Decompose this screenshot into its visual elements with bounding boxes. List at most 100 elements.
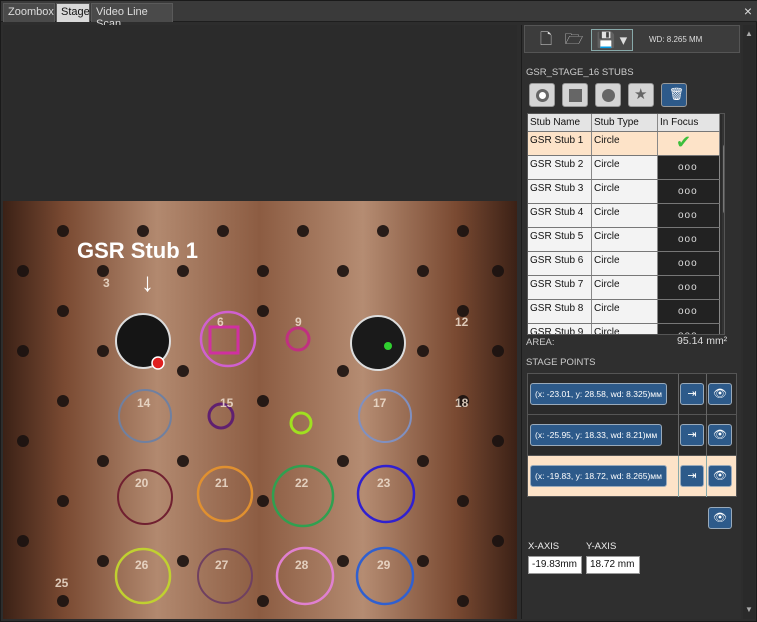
stub-name: GSR Stub 8 bbox=[528, 300, 592, 323]
stage-point-row[interactable]: (x: -23.01, y: 28.58, wd: 8.325)мм ⇥ 👁 bbox=[528, 374, 736, 415]
stub-name: GSR Stub 2 bbox=[528, 156, 592, 179]
table-row[interactable]: GSR Stub 9 Circle ooo bbox=[528, 324, 720, 334]
not-focused-icon: ooo bbox=[678, 306, 698, 317]
save-icon[interactable]: 💾 ▾ bbox=[591, 29, 633, 51]
square-icon[interactable] bbox=[562, 83, 588, 107]
x-axis-field[interactable]: -19.83mm bbox=[528, 556, 582, 574]
stub-number: 3 bbox=[103, 276, 110, 290]
stub-name: GSR Stub 9 bbox=[528, 324, 592, 334]
y-axis-field[interactable]: 18.72 mm bbox=[586, 556, 640, 574]
not-focused-icon: ooo bbox=[678, 234, 698, 245]
stub-name: GSR Stub 4 bbox=[528, 204, 592, 227]
close-icon[interactable]: × bbox=[744, 3, 752, 19]
in-focus-cell: ooo bbox=[658, 324, 720, 334]
stub-name: GSR Stub 5 bbox=[528, 228, 592, 251]
stub-type: Circle bbox=[592, 252, 658, 275]
table-row[interactable]: GSR Stub 6 Circle ooo bbox=[528, 252, 720, 276]
eye-all-icon[interactable]: 👁 bbox=[708, 507, 732, 529]
stub-type: Circle bbox=[592, 132, 658, 155]
stub-number: 29 bbox=[377, 558, 391, 572]
stub-type: Circle bbox=[592, 324, 658, 334]
stub-number: 25 bbox=[55, 576, 69, 590]
target-icon[interactable] bbox=[529, 83, 555, 107]
table-scrollbar[interactable] bbox=[722, 114, 724, 334]
not-focused-icon: ooo bbox=[678, 186, 698, 197]
stage-point-coord[interactable]: (x: -25.95, y: 18.33, wd: 8.21)мм bbox=[530, 424, 663, 446]
table-row[interactable]: GSR Stub 3 Circle ooo bbox=[528, 180, 720, 204]
stage-point-row[interactable]: (x: -25.95, y: 18.33, wd: 8.21)мм ⇥ 👁 bbox=[528, 415, 736, 456]
panel-scrollbar[interactable]: ▲ ▼ bbox=[743, 25, 755, 619]
area-label: AREA: bbox=[526, 337, 555, 348]
stub-type: Circle bbox=[592, 228, 658, 251]
table-row[interactable]: GSR Stub 5 Circle ooo bbox=[528, 228, 720, 252]
star-icon[interactable]: ★ bbox=[628, 83, 654, 107]
stub-name: GSR Stub 6 bbox=[528, 252, 592, 275]
stub-name: GSR Stub 1 bbox=[528, 132, 592, 155]
new-file-icon[interactable]: 🗋 bbox=[535, 29, 557, 51]
tab-bar: Zoombox Stage Video Line Scan × bbox=[1, 1, 757, 30]
divider bbox=[678, 456, 679, 497]
stub-number: 28 bbox=[295, 558, 309, 572]
stub-type: Circle bbox=[592, 300, 658, 323]
stub-number: 12 bbox=[455, 315, 469, 329]
table-header: Stub Name Stub Type In Focus bbox=[528, 114, 720, 132]
scroll-thumb[interactable] bbox=[723, 144, 724, 214]
table-row[interactable]: GSR Stub 2 Circle ooo bbox=[528, 156, 720, 180]
scroll-down-icon[interactable]: ▼ bbox=[745, 605, 753, 614]
not-focused-icon: ooo bbox=[678, 282, 698, 293]
table-row[interactable]: GSR Stub 7 Circle ooo bbox=[528, 276, 720, 300]
table-row[interactable]: GSR Stub 4 Circle ooo bbox=[528, 204, 720, 228]
file-toolbar: 🗋 🗁 💾 ▾ WD: 8.265 MM bbox=[524, 25, 740, 53]
stage-point-coord[interactable]: (x: -23.01, y: 28.58, wd: 8.325)мм bbox=[530, 383, 667, 405]
circle-icon[interactable] bbox=[595, 83, 621, 107]
stub-number: 22 bbox=[295, 476, 309, 490]
not-focused-icon: ooo bbox=[678, 162, 698, 173]
stub-caption: GSR Stub 1 bbox=[77, 238, 199, 263]
eye-icon[interactable]: 👁 bbox=[708, 424, 732, 446]
stage-points-title: STAGE POINTS bbox=[526, 357, 596, 368]
arrow-into-icon[interactable]: ⇥ bbox=[680, 424, 704, 446]
tab-zoombox[interactable]: Zoombox bbox=[3, 3, 55, 22]
in-focus-cell: ooo bbox=[658, 276, 720, 299]
divider bbox=[706, 415, 707, 456]
x-axis-label: X-AXIS bbox=[528, 541, 560, 552]
in-focus-cell: ooo bbox=[658, 180, 720, 203]
trash-icon[interactable]: 🗑 bbox=[661, 83, 687, 107]
stage-title: GSR_STAGE_16 STUBS bbox=[526, 67, 634, 78]
arrow-into-icon[interactable]: ⇥ bbox=[680, 383, 704, 405]
header-in-focus[interactable]: In Focus bbox=[658, 114, 720, 131]
stub-name: GSR Stub 7 bbox=[528, 276, 592, 299]
caption-arrow-icon: ↓ bbox=[141, 267, 154, 297]
stage-point-coord[interactable]: (x: -19.83, y: 18.72, wd: 8.265)мм bbox=[530, 465, 667, 487]
tab-video-line-scan[interactable]: Video Line Scan bbox=[91, 3, 173, 30]
scroll-up-icon[interactable]: ▲ bbox=[745, 29, 753, 38]
stage-viewer[interactable]: 3 6 9 12 15 18 14 17 20 21 22 23 25 26 2… bbox=[3, 25, 517, 619]
stub-number: 18 bbox=[455, 396, 469, 410]
in-focus-cell: ooo bbox=[658, 300, 720, 323]
in-focus-cell: ✔ bbox=[658, 132, 720, 155]
stub-name: GSR Stub 3 bbox=[528, 180, 592, 203]
stub-number: 6 bbox=[217, 315, 224, 329]
stage-point-row[interactable]: (x: -19.83, y: 18.72, wd: 8.265)мм ⇥ 👁 bbox=[528, 456, 736, 497]
in-focus-cell: ooo bbox=[658, 252, 720, 275]
tab-stage[interactable]: Stage bbox=[56, 3, 90, 22]
stage-window: Zoombox Stage Video Line Scan × 3 6 9 12… bbox=[0, 0, 757, 622]
header-stub-type[interactable]: Stub Type bbox=[592, 114, 658, 131]
stub-number: 21 bbox=[215, 476, 229, 490]
stage-points-list: (x: -23.01, y: 28.58, wd: 8.325)мм ⇥ 👁 (… bbox=[527, 373, 737, 497]
stub-type: Circle bbox=[592, 180, 658, 203]
header-stub-name[interactable]: Stub Name bbox=[528, 114, 592, 131]
stub-number: 14 bbox=[137, 396, 151, 410]
working-distance-readout: WD: 8.265 MM bbox=[649, 35, 703, 44]
table-row[interactable]: GSR Stub 1 Circle ✔ bbox=[528, 132, 720, 156]
eye-icon[interactable]: 👁 bbox=[708, 465, 732, 487]
stub-number: 17 bbox=[373, 396, 387, 410]
stub-number: 26 bbox=[135, 558, 149, 572]
folder-open-icon[interactable]: 🗁 bbox=[563, 29, 585, 51]
divider bbox=[706, 456, 707, 497]
table-row[interactable]: GSR Stub 8 Circle ooo bbox=[528, 300, 720, 324]
in-focus-cell: ooo bbox=[658, 228, 720, 251]
eye-icon[interactable]: 👁 bbox=[708, 383, 732, 405]
stub-number: 15 bbox=[220, 396, 234, 410]
arrow-into-icon[interactable]: ⇥ bbox=[680, 465, 704, 487]
